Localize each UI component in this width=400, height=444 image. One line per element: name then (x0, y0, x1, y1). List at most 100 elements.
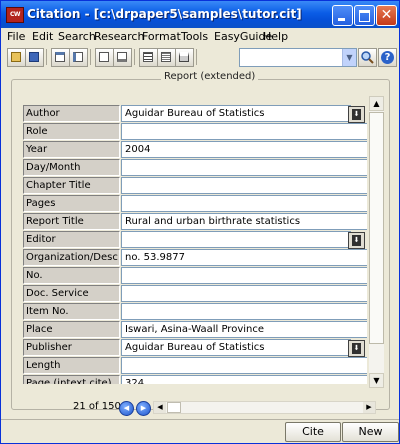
title-bar[interactable]: CW Citation - [c:\drpaper5\samples\tutor… (1, 1, 399, 28)
scroll-up-icon[interactable]: ▲ (369, 96, 384, 111)
menu-bar: File Edit Search Research Format Tools E… (1, 28, 399, 46)
print-button[interactable] (175, 48, 194, 67)
list-button[interactable] (139, 48, 158, 67)
author-dropdown-button[interactable]: ⬇ (348, 106, 365, 123)
publisher-dropdown-button[interactable]: ⬇ (348, 340, 365, 357)
field-label: Author (23, 105, 120, 122)
field-row-item-no: Item No. (23, 303, 367, 320)
field-input-year[interactable]: 2004 (121, 141, 367, 158)
field-input-item-no[interactable] (121, 303, 367, 320)
open-icon (11, 52, 21, 62)
view-button[interactable] (51, 48, 70, 67)
close-button[interactable]: ✕ (376, 5, 397, 26)
field-row-chapter-title: Chapter Title (23, 177, 367, 194)
group-label: Report (extended) (161, 71, 259, 82)
field-label: Day/Month (23, 159, 120, 176)
print-icon (179, 52, 189, 62)
field-input-author[interactable]: Aguidar Bureau of Statistics (121, 105, 351, 122)
menu-search[interactable]: Search (58, 30, 96, 43)
horizontal-scrollbar[interactable]: ◀ ▶ (153, 401, 376, 414)
help-button[interactable]: ? (378, 48, 397, 67)
field-input-report-title[interactable]: Rural and urban birthrate statistics (121, 213, 367, 230)
form2-button[interactable] (113, 48, 132, 67)
field-input-day-month[interactable] (121, 159, 367, 176)
field-label: Place (23, 321, 120, 338)
form2-icon (117, 52, 127, 62)
field-input-organization[interactable]: no. 53.9877 (121, 249, 367, 266)
new-record-button[interactable]: New Record (342, 422, 399, 442)
cite-button[interactable]: Cite (285, 422, 341, 442)
scroll-left-icon[interactable]: ◀ (154, 402, 166, 413)
search-icon (361, 51, 374, 64)
view2-button[interactable] (69, 48, 88, 67)
field-row-no: No. (23, 267, 367, 284)
toolbar-separator (196, 49, 197, 65)
field-input-doc-service[interactable] (121, 285, 367, 302)
field-label: Role (23, 123, 120, 140)
open-button[interactable] (7, 48, 26, 67)
scroll-thumb[interactable] (369, 112, 384, 344)
search-button[interactable] (358, 48, 377, 67)
field-label: Year (23, 141, 120, 158)
field-input-editor[interactable] (121, 231, 351, 248)
toolbar: ▼ ? (1, 45, 399, 71)
horizontal-scroll-thumb[interactable] (167, 402, 181, 413)
field-row-editor: Editor ⬇ (23, 231, 367, 249)
field-row-length: Length (23, 357, 367, 374)
field-label: Length (23, 357, 120, 374)
next-record-icon[interactable]: ▶ (136, 401, 151, 416)
field-row-publisher: Publisher Aguidar Bureau of Statistics ⬇ (23, 339, 367, 357)
field-row-role: Role (23, 123, 367, 140)
chevron-down-icon[interactable]: ▼ (342, 49, 356, 66)
record-navigation: 21 of 150 ◀ ▶ ◀ ▶ (1, 399, 399, 417)
field-input-length[interactable] (121, 357, 367, 374)
toolbar-separator (90, 49, 91, 65)
form-icon (99, 52, 109, 62)
field-label: Editor (23, 231, 120, 248)
previous-record-icon[interactable]: ◀ (119, 401, 134, 416)
field-label: Publisher (23, 339, 120, 356)
save-icon (29, 52, 39, 62)
field-row-doc-service: Doc. Service (23, 285, 367, 302)
fields-panel: Author Aguidar Bureau of Statistics ⬇ Ro… (23, 105, 367, 384)
app-icon[interactable]: CW (6, 7, 24, 23)
minimize-button[interactable] (332, 5, 353, 26)
record-counter: 21 of 150 (73, 401, 121, 412)
form-button[interactable] (95, 48, 114, 67)
scroll-right-icon[interactable]: ▶ (363, 402, 375, 413)
field-input-pages[interactable] (121, 195, 367, 212)
citation-window: CW Citation - [c:\drpaper5\samples\tutor… (0, 0, 400, 444)
field-row-place: Place Iswari, Asina-Waall Province (23, 321, 367, 338)
field-row-organization: Organization/Desc no. 53.9877 (23, 249, 367, 266)
menu-format[interactable]: Format (142, 30, 181, 43)
field-label: Pages (23, 195, 120, 212)
chevron-down-icon: ⬇ (352, 343, 361, 354)
vertical-scrollbar[interactable]: ▲ ▼ (369, 96, 384, 388)
scroll-down-icon[interactable]: ▼ (369, 373, 384, 388)
editor-dropdown-button[interactable]: ⬇ (348, 232, 365, 249)
field-label: Page (intext cite) (23, 375, 120, 384)
field-input-chapter-title[interactable] (121, 177, 367, 194)
field-input-page-intext[interactable]: 324 (121, 375, 367, 384)
window-title: Citation - [c:\drpaper5\samples\tutor.ci… (27, 7, 302, 21)
view-icon (55, 52, 65, 62)
menu-research[interactable]: Research (94, 30, 144, 43)
save-button[interactable] (25, 48, 44, 67)
field-input-role[interactable] (121, 123, 367, 140)
menu-file[interactable]: File (7, 30, 25, 43)
toolbar-separator (134, 49, 135, 65)
field-input-place[interactable]: Iswari, Asina-Waall Province (121, 321, 367, 338)
field-input-publisher[interactable]: Aguidar Bureau of Statistics (121, 339, 351, 356)
search-combo[interactable]: ▼ (239, 48, 357, 67)
field-label: Doc. Service (23, 285, 120, 302)
menu-help[interactable]: Help (263, 30, 288, 43)
field-input-no[interactable] (121, 267, 367, 284)
menu-edit[interactable]: Edit (32, 30, 53, 43)
report-button[interactable] (157, 48, 176, 67)
report-icon (161, 52, 171, 62)
maximize-button[interactable] (354, 5, 375, 26)
menu-tools[interactable]: Tools (181, 30, 208, 43)
field-row-author: Author Aguidar Bureau of Statistics ⬇ (23, 105, 367, 123)
field-label: Chapter Title (23, 177, 120, 194)
field-label: Item No. (23, 303, 120, 320)
